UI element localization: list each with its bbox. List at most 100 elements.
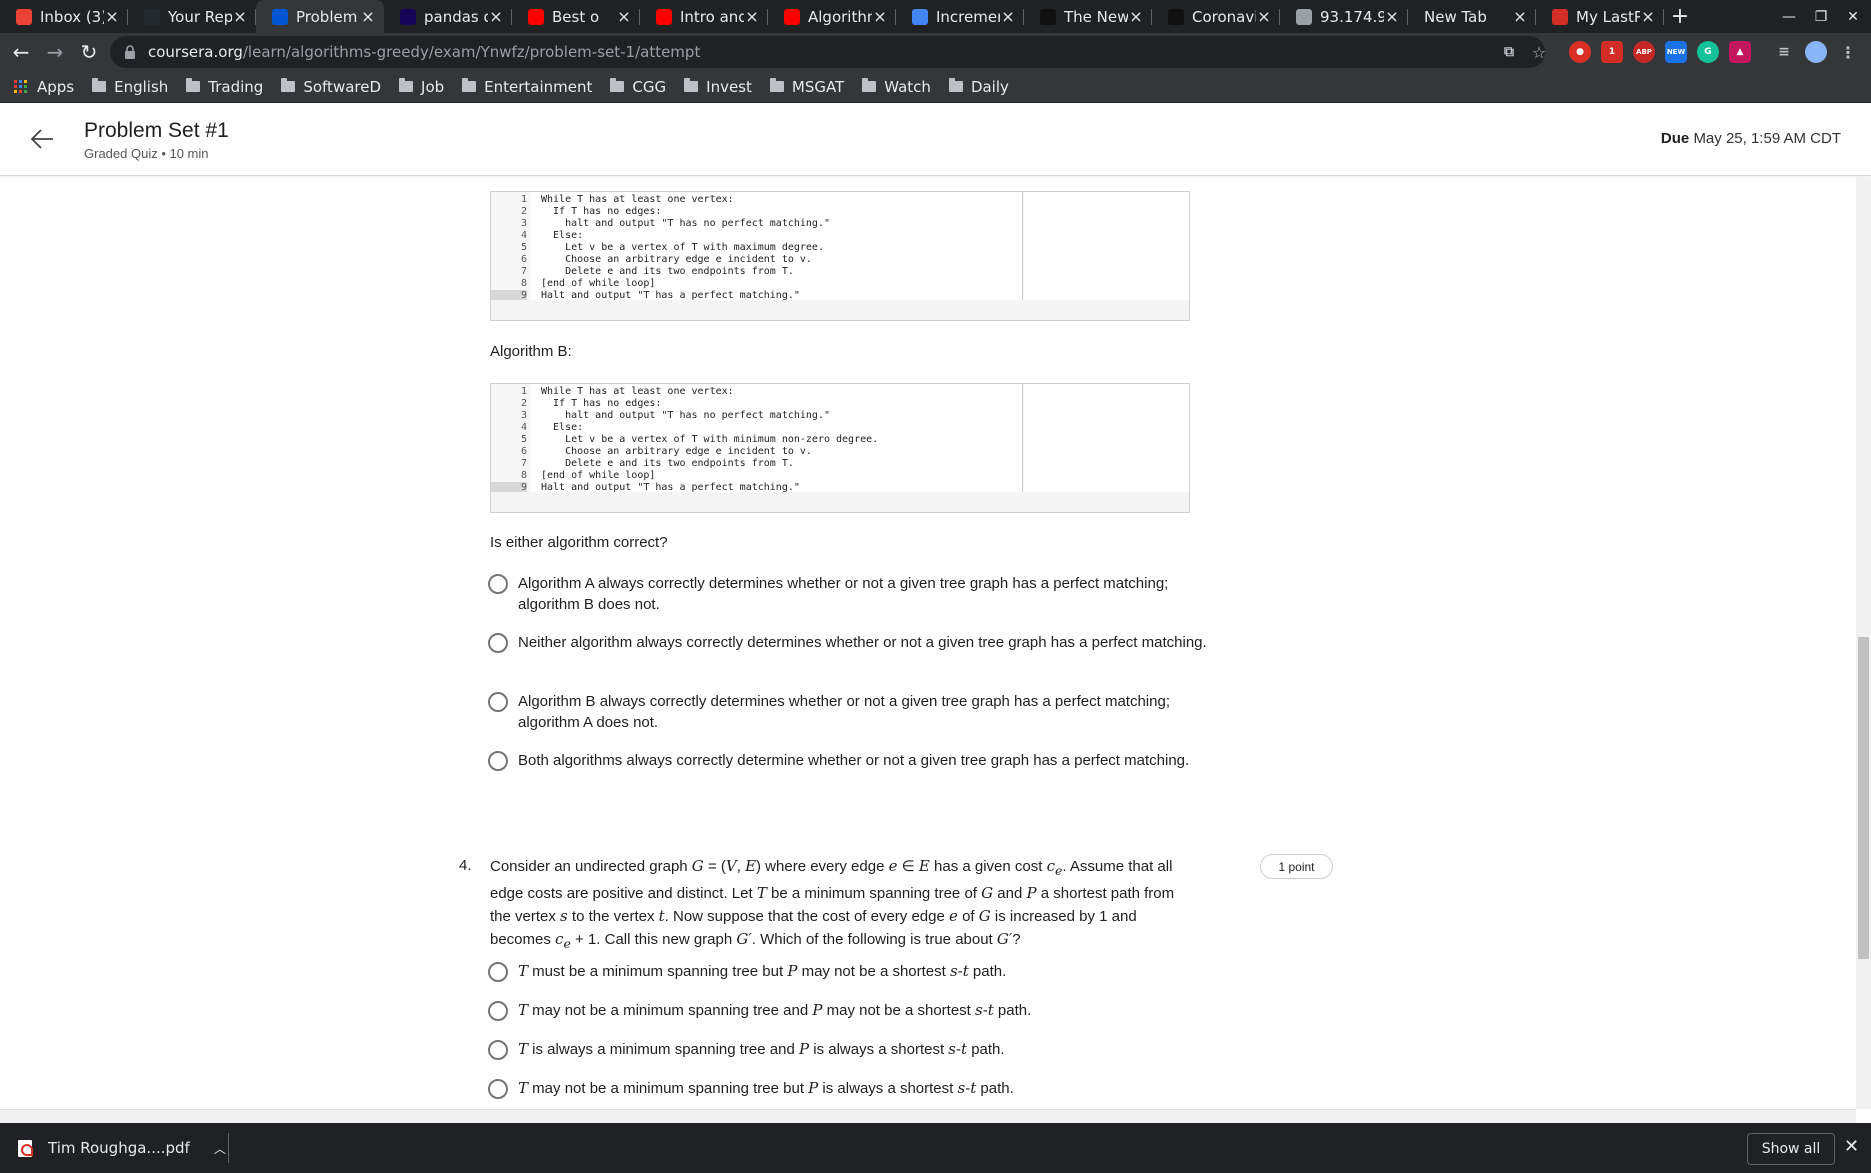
show-all-button[interactable]: Show all <box>1747 1133 1835 1165</box>
vertical-scrollbar[interactable] <box>1856 177 1871 1109</box>
lastpass-ext-icon[interactable]: 1 <box>1601 41 1623 63</box>
option-label: Algorithm A always correctly determines … <box>518 575 1169 613</box>
horizontal-scrollbar[interactable] <box>0 1109 1856 1123</box>
radio-button[interactable] <box>488 1040 508 1060</box>
tab-close-icon[interactable]: × <box>616 7 632 26</box>
code-output-a <box>1024 192 1189 300</box>
line-number: 1 <box>520 194 527 205</box>
address-bar[interactable]: coursera.org/learn/algorithms-greedy/exa… <box>110 36 1545 68</box>
tab-title: pandas d <box>424 7 488 26</box>
close-downloads-icon[interactable]: ✕ <box>1844 1136 1859 1157</box>
browser-tab[interactable]: Coronavi × <box>1152 0 1280 33</box>
bookmark-item[interactable]: CGG <box>610 78 666 96</box>
browser-tab[interactable]: Intro and × <box>640 0 768 33</box>
bookmark-item[interactable]: Apps <box>14 78 74 96</box>
line-number: 2 <box>520 206 527 217</box>
radio-button[interactable] <box>488 1079 508 1099</box>
tab-close-icon[interactable]: × <box>1640 7 1656 26</box>
code-text: Choose an arbitrary edge e incident to v… <box>541 254 812 265</box>
extension-pink-icon[interactable]: ▲ <box>1729 41 1751 63</box>
tab-close-icon[interactable]: × <box>104 7 120 26</box>
quiz-header: Problem Set #1 Graded Quiz • 10 min Due … <box>0 103 1871 176</box>
browser-tab[interactable]: Incremen × <box>896 0 1024 33</box>
forward-nav-icon[interactable]: → <box>38 35 72 69</box>
tab-close-icon[interactable]: × <box>360 7 376 26</box>
browser-tab[interactable]: pandas d × <box>384 0 512 33</box>
tab-close-icon[interactable]: × <box>1384 7 1400 26</box>
answer-option[interactable]: T must be a minimum spanning tree but P … <box>488 961 1208 982</box>
radio-button[interactable] <box>488 692 508 712</box>
bookmark-item[interactable]: Invest <box>684 78 752 96</box>
grammarly-icon[interactable]: G <box>1697 41 1719 63</box>
browser-tab[interactable]: The New × <box>1024 0 1152 33</box>
answer-option[interactable]: T is always a minimum spanning tree and … <box>488 1039 1208 1060</box>
code-editor-b[interactable]: 1 While T has at least one vertex: 2 If T … <box>491 384 1023 492</box>
answer-option[interactable]: T may not be a minimum spanning tree and… <box>488 1000 1208 1021</box>
browser-tab[interactable]: 93.174.95× <box>1280 0 1408 33</box>
close-window-icon[interactable]: ✕ <box>1837 0 1869 33</box>
minimize-icon[interactable]: — <box>1773 0 1805 33</box>
url-path: /learn/algorithms-greedy/exam/Ynwfz/prob… <box>242 43 701 61</box>
divider <box>228 1133 229 1163</box>
code-text: While T has at least one vertex: <box>541 386 734 397</box>
radio-button[interactable] <box>488 1001 508 1021</box>
code-line: 7 Delete e and its two endpoints from T. <box>491 458 1022 470</box>
new-tab-button[interactable]: + <box>1664 0 1696 33</box>
bookmark-item[interactable]: SoftwareD <box>281 78 381 96</box>
tab-title: Your Rep <box>168 7 232 26</box>
answer-option[interactable]: Algorithm B always correctly determines … <box>488 691 1208 733</box>
radio-button[interactable] <box>488 962 508 982</box>
code-output-b <box>1024 384 1189 492</box>
download-item[interactable]: Tim Roughga....pdf ︿ <box>18 1123 226 1173</box>
bookmark-star-icon[interactable]: ☆ <box>1528 41 1550 63</box>
browser-menu-icon[interactable]: ⋮ <box>1837 41 1859 63</box>
radio-button[interactable] <box>488 751 508 771</box>
code-line: 7 Delete e and its two endpoints from T. <box>491 266 1022 278</box>
browser-tab[interactable]: My LastP × <box>1536 0 1664 33</box>
bookmark-label: Trading <box>208 77 264 96</box>
radio-button[interactable] <box>488 633 508 653</box>
bookmark-item[interactable]: Entertainment <box>462 78 592 96</box>
answer-option[interactable]: Algorithm A always correctly determines … <box>488 573 1208 615</box>
bookmark-item[interactable]: Daily <box>948 78 1009 96</box>
radio-button[interactable] <box>488 574 508 594</box>
answer-option[interactable]: Neither algorithm always correctly deter… <box>488 632 1208 653</box>
bookmark-item[interactable]: Trading <box>186 78 263 96</box>
tab-close-icon[interactable]: × <box>1512 7 1528 26</box>
tab-close-icon[interactable]: × <box>488 7 504 26</box>
code-text: Choose an arbitrary edge e incident to v… <box>541 446 812 457</box>
browser-tab[interactable]: Algorithm× <box>768 0 896 33</box>
download-bar: Tim Roughga....pdf ︿ Show all ✕ <box>0 1123 1871 1173</box>
browser-tab[interactable]: Best o × <box>512 0 640 33</box>
restore-icon[interactable]: ❐ <box>1805 0 1837 33</box>
install-app-icon[interactable]: ⧉ <box>1498 41 1520 63</box>
browser-tab[interactable]: Inbox (3) × <box>0 0 128 33</box>
profile-avatar[interactable] <box>1805 41 1827 63</box>
tab-close-icon[interactable]: × <box>232 7 248 26</box>
bookmark-item[interactable]: Watch <box>862 78 931 96</box>
back-arrow-icon[interactable] <box>28 125 56 153</box>
extension-red-icon[interactable]: ● <box>1569 41 1591 63</box>
media-control-icon[interactable]: ≡ <box>1773 41 1795 63</box>
answer-option[interactable]: T may not be a minimum spanning tree but… <box>488 1078 1208 1099</box>
browser-tab[interactable]: Your Rep × <box>128 0 256 33</box>
back-nav-icon[interactable]: ← <box>4 35 38 69</box>
bookmark-item[interactable]: MSGAT <box>769 78 844 96</box>
tab-close-icon[interactable]: × <box>1000 7 1016 26</box>
browser-tab[interactable]: Problem × <box>256 0 384 33</box>
bookmark-item[interactable]: English <box>92 78 168 96</box>
doc-icon <box>912 8 928 25</box>
tab-close-icon[interactable]: × <box>872 7 888 26</box>
reload-icon[interactable]: ↻ <box>72 35 106 69</box>
browser-tab[interactable]: New Tab × <box>1408 0 1536 33</box>
tab-close-icon[interactable]: × <box>744 7 760 26</box>
adblock-icon[interactable]: ABP <box>1633 41 1655 63</box>
tab-close-icon[interactable]: × <box>1128 7 1144 26</box>
bookmark-item[interactable]: Job <box>399 78 444 96</box>
new-ext-icon[interactable]: NEW <box>1665 41 1687 63</box>
chevron-up-icon[interactable]: ︿ <box>214 1140 226 1157</box>
code-editor-a[interactable]: 1 While T has at least one vertex: 2 If T … <box>491 192 1023 300</box>
scrollbar-thumb[interactable] <box>1858 637 1869 959</box>
answer-option[interactable]: Both algorithms always correctly determi… <box>488 750 1208 771</box>
tab-close-icon[interactable]: × <box>1256 7 1272 26</box>
